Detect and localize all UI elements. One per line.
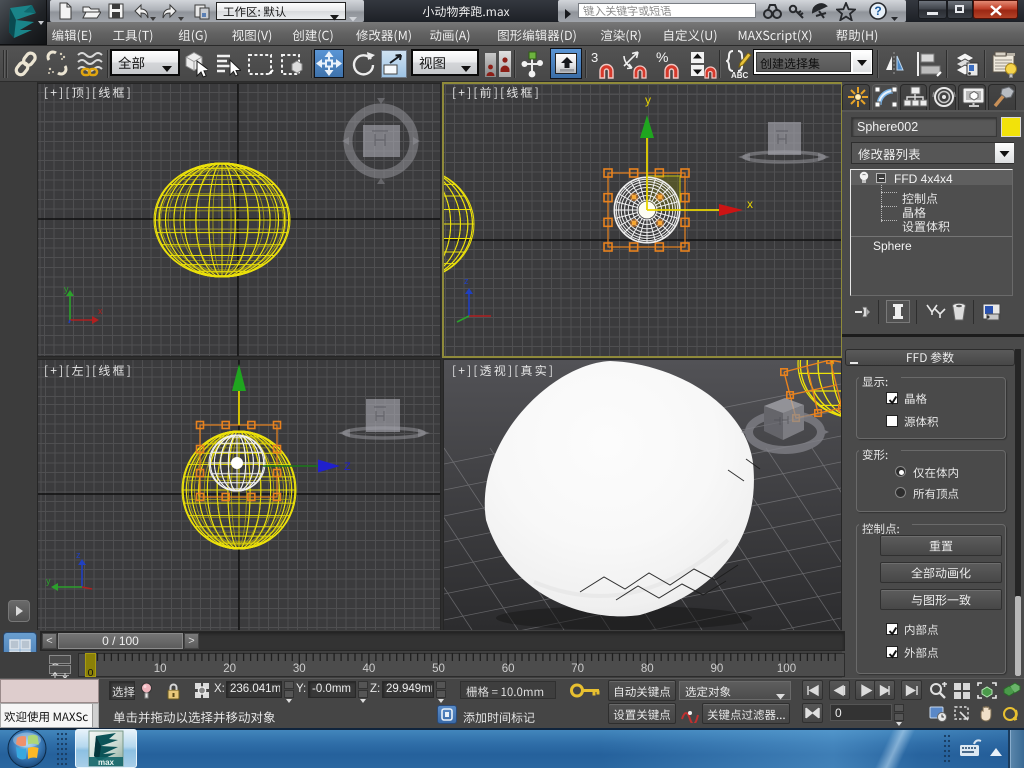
svg-text:y: y [645, 93, 651, 107]
svg-text:y: y [64, 284, 69, 294]
svg-text:x: x [98, 306, 103, 316]
svg-text:z: z [464, 276, 469, 286]
svg-text:ABC: ABC [731, 71, 749, 79]
svg-text:%: % [656, 50, 668, 65]
svg-text:y: y [46, 576, 51, 586]
svg-text:max: max [98, 758, 115, 767]
svg-text:3: 3 [591, 50, 598, 65]
svg-text:z: z [76, 550, 81, 560]
svg-text:?: ? [874, 4, 881, 18]
svg-text:x: x [747, 197, 753, 211]
svg-text:Z: Z [344, 461, 351, 473]
